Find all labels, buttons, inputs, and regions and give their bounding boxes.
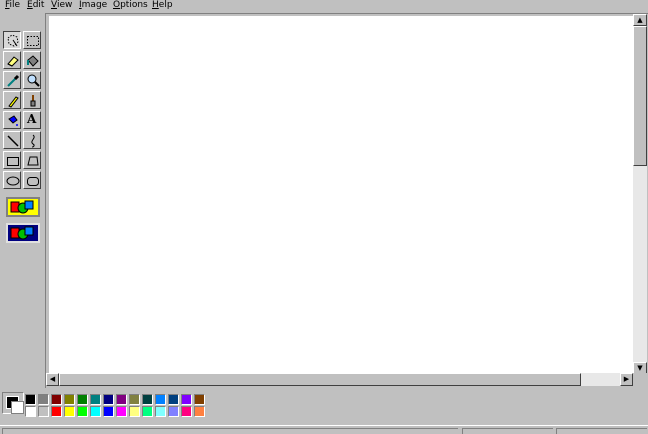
brush-tool[interactable] [23, 91, 41, 109]
color-swatch[interactable] [155, 406, 166, 417]
color-swatch[interactable] [181, 406, 192, 417]
eraser-tool[interactable] [3, 51, 21, 69]
vertical-scrollbar[interactable]: ▲ ▼ [633, 14, 647, 374]
drawing-canvas[interactable] [49, 16, 633, 373]
menu-bar: File Edit View Image Options Help [0, 0, 648, 12]
menu-label-rest: ptions [120, 0, 148, 10]
color-swatch[interactable] [116, 406, 127, 417]
transparent-option[interactable] [6, 223, 40, 243]
menu-label-rest: mage [81, 0, 108, 10]
menu-mnemonic: H [152, 0, 159, 10]
color-swatch[interactable] [51, 394, 62, 405]
menu-edit[interactable]: Edit [27, 0, 44, 12]
color-swatch[interactable] [155, 394, 166, 405]
color-swatch[interactable] [194, 394, 205, 405]
menu-options[interactable]: Options [113, 0, 148, 12]
color-swatch[interactable] [77, 394, 88, 405]
polygon-tool[interactable] [23, 151, 41, 169]
color-palette [0, 390, 648, 424]
color-swatch[interactable] [25, 394, 36, 405]
background-color [11, 401, 24, 414]
menu-view[interactable]: View [51, 0, 72, 12]
color-swatch[interactable] [168, 406, 179, 417]
menu-label-rest: ile [9, 0, 21, 10]
menu-label-rest: dit [32, 0, 45, 10]
ellipse-tool[interactable] [3, 171, 21, 189]
horizontal-scroll-thumb[interactable] [59, 373, 581, 386]
tool-box: A [2, 31, 44, 251]
status-size-panel [556, 428, 647, 434]
color-swatch[interactable] [77, 406, 88, 417]
current-colors [2, 392, 24, 414]
free-form-select-tool[interactable] [3, 31, 21, 49]
menu-image[interactable]: Image [79, 0, 107, 12]
status-message-panel [2, 428, 458, 434]
menu-file[interactable]: File [5, 0, 20, 12]
fill-tool[interactable] [23, 51, 41, 69]
text-a-icon: A [27, 112, 37, 126]
color-swatch[interactable] [90, 406, 101, 417]
color-swatch[interactable] [129, 406, 140, 417]
pick-color-tool[interactable] [3, 71, 21, 89]
status-position-panel [462, 428, 553, 434]
pencil-tool[interactable] [3, 91, 21, 109]
airbrush-tool[interactable] [3, 111, 21, 129]
line-tool[interactable] [3, 131, 21, 149]
rectangle-tool[interactable] [3, 151, 21, 169]
menu-help[interactable]: Help [152, 0, 173, 12]
select-tool[interactable] [23, 31, 41, 49]
color-swatch[interactable] [103, 394, 114, 405]
scroll-left-button[interactable]: ◀ [46, 373, 59, 386]
color-swatch[interactable] [25, 406, 36, 417]
horizontal-scrollbar[interactable]: ◀ ▶ [46, 373, 633, 386]
color-swatch[interactable] [194, 406, 205, 417]
opaque-transparency-icon [8, 200, 36, 218]
color-swatch[interactable] [38, 394, 49, 405]
color-swatch[interactable] [51, 406, 62, 417]
magnifier-tool[interactable] [23, 71, 41, 89]
color-swatch[interactable] [129, 394, 140, 405]
color-swatch[interactable] [64, 394, 75, 405]
scroll-right-button[interactable]: ▶ [620, 373, 633, 386]
color-swatch[interactable] [168, 394, 179, 405]
color-swatch[interactable] [142, 394, 153, 405]
rounded-rectangle-tool[interactable] [23, 171, 41, 189]
menu-label-rest: iew [56, 0, 73, 10]
text-tool[interactable]: A [23, 111, 41, 129]
color-swatch[interactable] [116, 394, 127, 405]
curve-tool[interactable] [23, 131, 41, 149]
color-swatch[interactable] [38, 406, 49, 417]
color-swatch[interactable] [181, 394, 192, 405]
scroll-up-button[interactable]: ▲ [633, 14, 647, 26]
opaque-option[interactable] [6, 197, 40, 217]
transparent-transparency-icon [8, 226, 36, 244]
color-swatch[interactable] [142, 406, 153, 417]
menu-label-rest: elp [158, 0, 173, 10]
color-swatch[interactable] [64, 406, 75, 417]
vertical-scroll-thumb[interactable] [633, 26, 647, 166]
color-swatch[interactable] [103, 406, 114, 417]
scroll-corner [633, 373, 647, 386]
color-swatch[interactable] [90, 394, 101, 405]
